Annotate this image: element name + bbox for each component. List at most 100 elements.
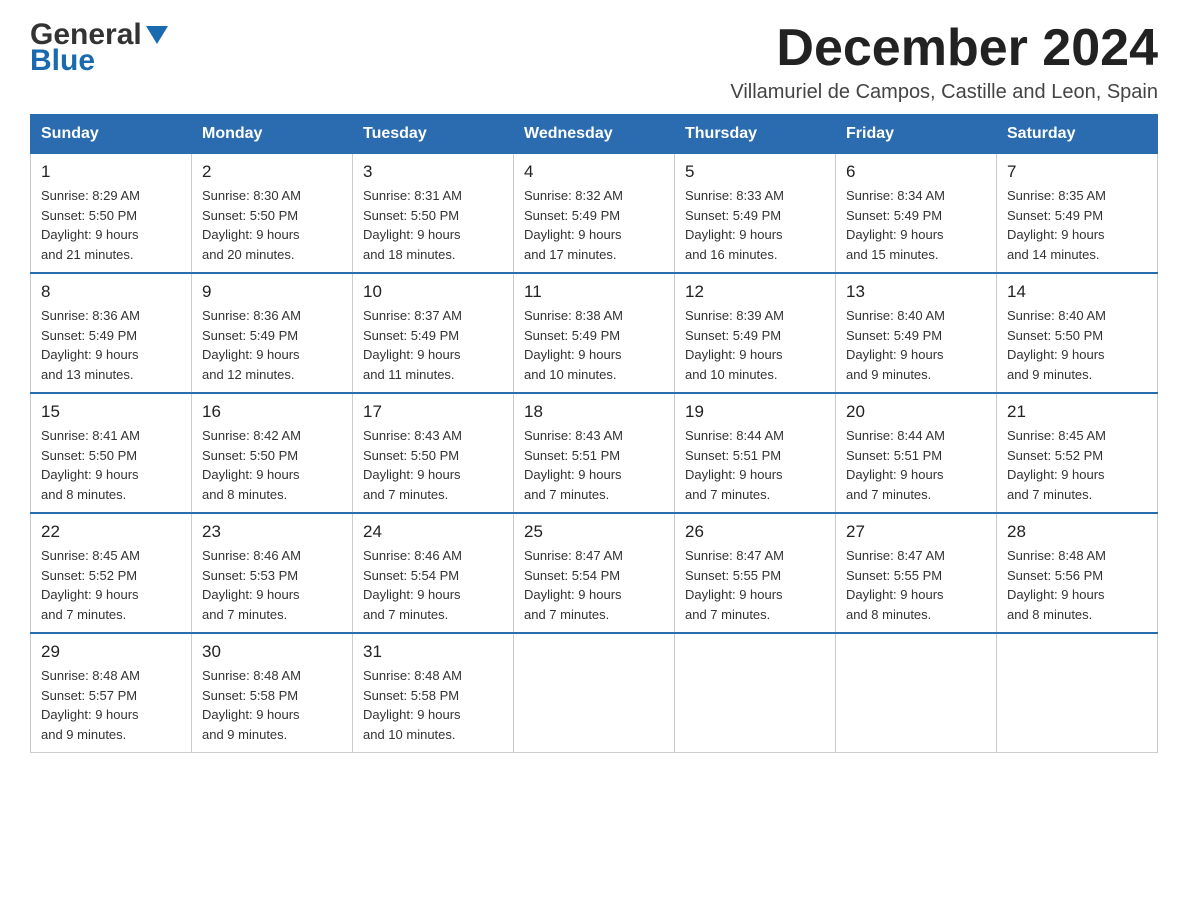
subtitle: Villamuriel de Campos, Castille and Leon…: [730, 81, 1158, 104]
calendar-cell: 9 Sunrise: 8:36 AMSunset: 5:49 PMDayligh…: [192, 273, 353, 393]
day-info: Sunrise: 8:40 AMSunset: 5:49 PMDaylight:…: [846, 308, 945, 382]
day-number: 18: [524, 402, 664, 422]
day-number: 8: [41, 282, 181, 302]
day-number: 30: [202, 642, 342, 662]
day-number: 13: [846, 282, 986, 302]
calendar-cell: 7 Sunrise: 8:35 AMSunset: 5:49 PMDayligh…: [997, 154, 1158, 274]
title-area: December 2024 Villamuriel de Campos, Cas…: [730, 20, 1158, 104]
calendar-cell: 6 Sunrise: 8:34 AMSunset: 5:49 PMDayligh…: [836, 154, 997, 274]
calendar-cell: 25 Sunrise: 8:47 AMSunset: 5:54 PMDaylig…: [514, 513, 675, 633]
calendar-cell: 24 Sunrise: 8:46 AMSunset: 5:54 PMDaylig…: [353, 513, 514, 633]
day-info: Sunrise: 8:36 AMSunset: 5:49 PMDaylight:…: [41, 308, 140, 382]
calendar-cell: 31 Sunrise: 8:48 AMSunset: 5:58 PMDaylig…: [353, 633, 514, 753]
weekday-header-row: SundayMondayTuesdayWednesdayThursdayFrid…: [31, 115, 1158, 154]
day-info: Sunrise: 8:48 AMSunset: 5:56 PMDaylight:…: [1007, 548, 1106, 622]
day-info: Sunrise: 8:36 AMSunset: 5:49 PMDaylight:…: [202, 308, 301, 382]
day-number: 26: [685, 522, 825, 542]
day-number: 17: [363, 402, 503, 422]
day-info: Sunrise: 8:30 AMSunset: 5:50 PMDaylight:…: [202, 188, 301, 262]
day-number: 16: [202, 402, 342, 422]
day-number: 23: [202, 522, 342, 542]
day-number: 28: [1007, 522, 1147, 542]
day-info: Sunrise: 8:44 AMSunset: 5:51 PMDaylight:…: [846, 428, 945, 502]
day-number: 24: [363, 522, 503, 542]
calendar-cell: 3 Sunrise: 8:31 AMSunset: 5:50 PMDayligh…: [353, 154, 514, 274]
day-number: 29: [41, 642, 181, 662]
day-info: Sunrise: 8:48 AMSunset: 5:58 PMDaylight:…: [202, 668, 301, 742]
day-info: Sunrise: 8:45 AMSunset: 5:52 PMDaylight:…: [1007, 428, 1106, 502]
calendar-cell: 15 Sunrise: 8:41 AMSunset: 5:50 PMDaylig…: [31, 393, 192, 513]
day-number: 11: [524, 282, 664, 302]
calendar-cell: 13 Sunrise: 8:40 AMSunset: 5:49 PMDaylig…: [836, 273, 997, 393]
day-number: 25: [524, 522, 664, 542]
day-info: Sunrise: 8:37 AMSunset: 5:49 PMDaylight:…: [363, 308, 462, 382]
day-number: 4: [524, 162, 664, 182]
calendar-cell: 22 Sunrise: 8:45 AMSunset: 5:52 PMDaylig…: [31, 513, 192, 633]
day-number: 31: [363, 642, 503, 662]
calendar-week-row: 22 Sunrise: 8:45 AMSunset: 5:52 PMDaylig…: [31, 513, 1158, 633]
day-number: 27: [846, 522, 986, 542]
day-info: Sunrise: 8:39 AMSunset: 5:49 PMDaylight:…: [685, 308, 784, 382]
day-number: 6: [846, 162, 986, 182]
logo: General Blue: [30, 20, 168, 76]
day-number: 5: [685, 162, 825, 182]
day-info: Sunrise: 8:44 AMSunset: 5:51 PMDaylight:…: [685, 428, 784, 502]
day-info: Sunrise: 8:43 AMSunset: 5:50 PMDaylight:…: [363, 428, 462, 502]
day-number: 12: [685, 282, 825, 302]
calendar-cell: [675, 633, 836, 753]
calendar-cell: 16 Sunrise: 8:42 AMSunset: 5:50 PMDaylig…: [192, 393, 353, 513]
calendar-week-row: 15 Sunrise: 8:41 AMSunset: 5:50 PMDaylig…: [31, 393, 1158, 513]
weekday-header: Thursday: [675, 115, 836, 154]
day-number: 7: [1007, 162, 1147, 182]
day-number: 15: [41, 402, 181, 422]
day-number: 3: [363, 162, 503, 182]
weekday-header: Tuesday: [353, 115, 514, 154]
weekday-header: Saturday: [997, 115, 1158, 154]
calendar-cell: 17 Sunrise: 8:43 AMSunset: 5:50 PMDaylig…: [353, 393, 514, 513]
calendar-cell: [514, 633, 675, 753]
day-number: 1: [41, 162, 181, 182]
weekday-header: Sunday: [31, 115, 192, 154]
calendar-cell: 21 Sunrise: 8:45 AMSunset: 5:52 PMDaylig…: [997, 393, 1158, 513]
logo-blue-text: Blue: [30, 46, 95, 76]
calendar-cell: 28 Sunrise: 8:48 AMSunset: 5:56 PMDaylig…: [997, 513, 1158, 633]
day-info: Sunrise: 8:46 AMSunset: 5:53 PMDaylight:…: [202, 548, 301, 622]
day-info: Sunrise: 8:45 AMSunset: 5:52 PMDaylight:…: [41, 548, 140, 622]
calendar-table: SundayMondayTuesdayWednesdayThursdayFrid…: [30, 114, 1158, 753]
day-number: 20: [846, 402, 986, 422]
day-info: Sunrise: 8:41 AMSunset: 5:50 PMDaylight:…: [41, 428, 140, 502]
calendar-cell: 26 Sunrise: 8:47 AMSunset: 5:55 PMDaylig…: [675, 513, 836, 633]
calendar-cell: 5 Sunrise: 8:33 AMSunset: 5:49 PMDayligh…: [675, 154, 836, 274]
calendar-cell: 1 Sunrise: 8:29 AMSunset: 5:50 PMDayligh…: [31, 154, 192, 274]
day-number: 9: [202, 282, 342, 302]
day-number: 10: [363, 282, 503, 302]
day-info: Sunrise: 8:43 AMSunset: 5:51 PMDaylight:…: [524, 428, 623, 502]
day-info: Sunrise: 8:31 AMSunset: 5:50 PMDaylight:…: [363, 188, 462, 262]
day-info: Sunrise: 8:40 AMSunset: 5:50 PMDaylight:…: [1007, 308, 1106, 382]
calendar-cell: 18 Sunrise: 8:43 AMSunset: 5:51 PMDaylig…: [514, 393, 675, 513]
calendar-week-row: 1 Sunrise: 8:29 AMSunset: 5:50 PMDayligh…: [31, 154, 1158, 274]
calendar-cell: 4 Sunrise: 8:32 AMSunset: 5:49 PMDayligh…: [514, 154, 675, 274]
logo-blue: Blue: [30, 46, 168, 76]
day-number: 22: [41, 522, 181, 542]
calendar-cell: 30 Sunrise: 8:48 AMSunset: 5:58 PMDaylig…: [192, 633, 353, 753]
calendar-cell: 29 Sunrise: 8:48 AMSunset: 5:57 PMDaylig…: [31, 633, 192, 753]
calendar-cell: 27 Sunrise: 8:47 AMSunset: 5:55 PMDaylig…: [836, 513, 997, 633]
month-title: December 2024: [730, 20, 1158, 77]
calendar-cell: 20 Sunrise: 8:44 AMSunset: 5:51 PMDaylig…: [836, 393, 997, 513]
calendar-cell: [997, 633, 1158, 753]
day-info: Sunrise: 8:33 AMSunset: 5:49 PMDaylight:…: [685, 188, 784, 262]
day-info: Sunrise: 8:47 AMSunset: 5:54 PMDaylight:…: [524, 548, 623, 622]
day-info: Sunrise: 8:47 AMSunset: 5:55 PMDaylight:…: [846, 548, 945, 622]
header: General Blue December 2024 Villamuriel d…: [30, 20, 1158, 104]
day-number: 2: [202, 162, 342, 182]
day-number: 21: [1007, 402, 1147, 422]
weekday-header: Friday: [836, 115, 997, 154]
calendar-cell: 14 Sunrise: 8:40 AMSunset: 5:50 PMDaylig…: [997, 273, 1158, 393]
calendar-week-row: 29 Sunrise: 8:48 AMSunset: 5:57 PMDaylig…: [31, 633, 1158, 753]
day-info: Sunrise: 8:42 AMSunset: 5:50 PMDaylight:…: [202, 428, 301, 502]
day-info: Sunrise: 8:46 AMSunset: 5:54 PMDaylight:…: [363, 548, 462, 622]
day-info: Sunrise: 8:32 AMSunset: 5:49 PMDaylight:…: [524, 188, 623, 262]
calendar-cell: 23 Sunrise: 8:46 AMSunset: 5:53 PMDaylig…: [192, 513, 353, 633]
calendar-cell: 11 Sunrise: 8:38 AMSunset: 5:49 PMDaylig…: [514, 273, 675, 393]
